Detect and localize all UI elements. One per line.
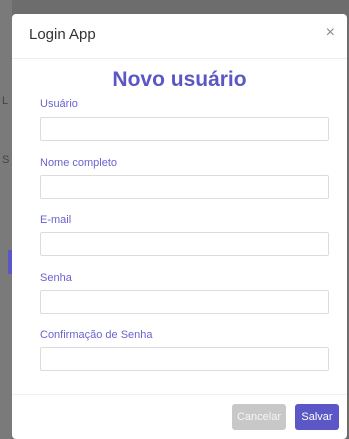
- full-name-input[interactable]: [40, 175, 329, 199]
- form-title: Novo usuário: [112, 68, 247, 91]
- username-input[interactable]: [40, 117, 329, 141]
- full-name-label: Nome completo: [40, 157, 118, 169]
- app-title: Login App: [29, 26, 96, 43]
- backdrop-page-edge: L S: [0, 0, 14, 439]
- password-label: Senha: [40, 272, 72, 284]
- backdrop-text-fragment: S: [2, 154, 10, 166]
- email-label: E-mail: [40, 214, 72, 226]
- email-input[interactable]: [40, 232, 329, 256]
- backdrop-text-fragment: L: [2, 95, 9, 107]
- modal-header: Login App ×: [12, 14, 347, 59]
- close-icon[interactable]: ×: [326, 25, 335, 41]
- modal-footer-divider: [12, 394, 347, 395]
- new-user-modal: Login App × Novo usuário Usuário Nome co…: [12, 14, 347, 439]
- password-input[interactable]: [40, 290, 329, 314]
- cancel-button[interactable]: Cancelar: [232, 404, 286, 430]
- username-label: Usuário: [40, 98, 78, 110]
- password-confirm-label: Confirmação de Senha: [40, 329, 153, 341]
- save-button[interactable]: Salvar: [295, 404, 339, 430]
- password-confirm-input[interactable]: [40, 347, 329, 371]
